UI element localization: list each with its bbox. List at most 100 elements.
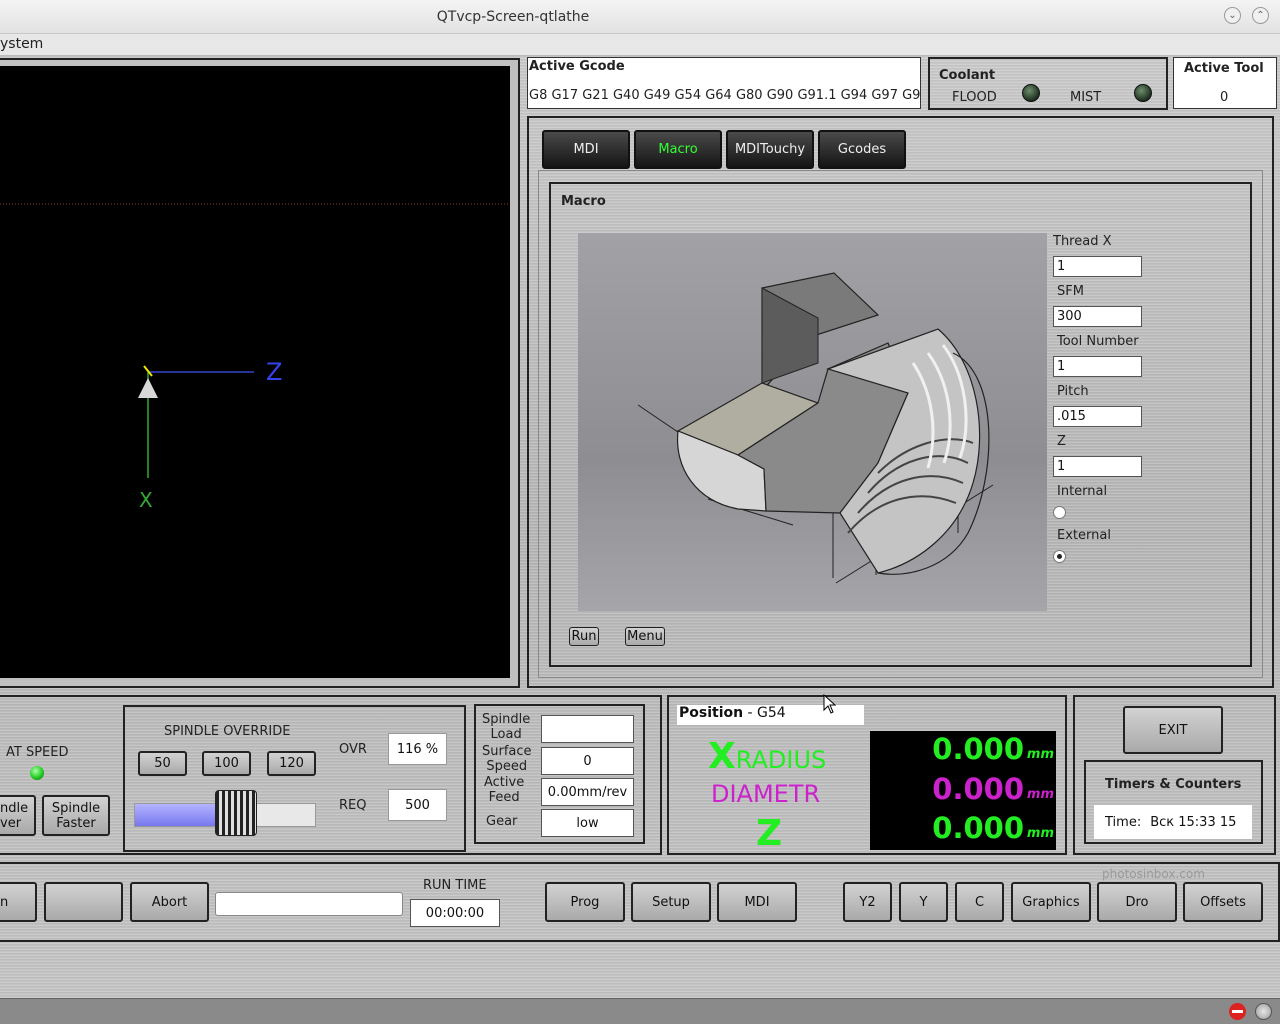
position-coord: - G54 — [743, 705, 786, 721]
override-120-button[interactable]: 120 — [267, 751, 316, 776]
spindle-override-panel: SPINDLE OVERRIDE — [123, 705, 466, 852]
preview-x-axis-label: X — [139, 488, 153, 512]
time-display: Time: Вск 15:33 15 — [1094, 805, 1252, 839]
thread-x-input[interactable]: 1 — [1053, 256, 1142, 277]
mdi-button[interactable]: MDI — [717, 882, 797, 922]
x-dro-unit: mm — [1026, 747, 1054, 762]
dro-display: 0.000 mm 0.000 mm 0.000 mm — [870, 731, 1056, 850]
y-button[interactable]: Y — [899, 882, 948, 922]
spindle-load-label: Spindle Load — [482, 712, 531, 742]
time-value: Вск 15:33 15 — [1150, 814, 1237, 830]
chevron-up-icon: ⌃ — [1256, 10, 1265, 21]
coolant-title: Coolant — [939, 68, 996, 83]
external-label: External — [1057, 528, 1111, 543]
title-bar: QTvcp-Screen-qtlathe ⌄ ⌃ — [0, 0, 1280, 34]
menu-button[interactable]: Menu — [625, 627, 665, 646]
exit-button[interactable]: EXIT — [1123, 706, 1223, 754]
spindle-override-title: SPINDLE OVERRIDE — [164, 724, 291, 739]
preview-canvas — [0, 203, 510, 478]
slider-fill — [135, 804, 226, 826]
at-speed-led — [30, 766, 44, 780]
z-axis-label: Z — [756, 813, 783, 854]
active-gcode-codes: G8 G17 G21 G40 G49 G54 G64 G80 G90 G91.1… — [529, 88, 921, 103]
thread-part-drawing — [637, 272, 994, 584]
y2-button[interactable]: Y2 — [843, 882, 892, 922]
external-radio[interactable] — [1053, 550, 1066, 563]
x-radius-label: XRADIUS — [708, 736, 826, 777]
setup-button[interactable]: Setup — [631, 882, 711, 922]
z-input[interactable]: 1 — [1053, 456, 1142, 477]
internal-label: Internal — [1057, 484, 1108, 499]
tool-number-label: Tool Number — [1057, 334, 1139, 349]
spindle-faster-button[interactable]: Spindle Faster — [42, 795, 110, 836]
watermark: photosinbox.com — [1102, 867, 1205, 881]
run-time-label: RUN TIME — [423, 878, 487, 893]
spindle-override-slider[interactable] — [134, 790, 316, 836]
spindle-slower-button[interactable]: ndle ver — [0, 795, 36, 836]
prog-button[interactable]: Prog — [545, 882, 625, 922]
dro-button[interactable]: Dro — [1097, 882, 1177, 922]
internal-radio[interactable] — [1053, 506, 1066, 519]
partial-bottom-button[interactable]: n — [0, 882, 37, 922]
z-label: Z — [1057, 434, 1066, 449]
mist-label: MIST — [1070, 90, 1102, 105]
thread-x-label: Thread X — [1053, 234, 1112, 249]
override-50-button[interactable]: 50 — [138, 751, 187, 776]
at-speed-label: AT SPEED — [6, 745, 69, 760]
d-dro-unit: mm — [1026, 787, 1054, 802]
stop-icon — [1229, 1003, 1246, 1020]
req-value: 500 — [388, 789, 447, 821]
tab-gcodes[interactable]: Gcodes — [818, 130, 906, 169]
preview-z-axis-label: Z — [266, 358, 283, 386]
override-100-button[interactable]: 100 — [202, 751, 251, 776]
tab-macro[interactable]: Macro — [634, 130, 722, 169]
offsets-button[interactable]: Offsets — [1183, 882, 1263, 922]
program-progress-bar — [215, 892, 403, 916]
run-button[interactable]: Run — [569, 627, 599, 646]
active-feed-label: Active Feed — [484, 775, 525, 805]
tool-number-input[interactable]: 1 — [1053, 356, 1142, 377]
tab-mdi[interactable]: MDI — [542, 130, 630, 169]
gcode-preview[interactable]: Z X — [0, 66, 510, 678]
x-dro-value: 0.000 — [932, 732, 1024, 766]
active-tool-value: 0 — [1220, 90, 1229, 105]
minimize-button[interactable]: ⌄ — [1224, 7, 1241, 24]
time-label: Time: — [1105, 814, 1142, 830]
gear-value: low — [541, 809, 634, 837]
menu-system[interactable]: ystem — [0, 36, 43, 52]
active-feed-value: 0.00mm/rev — [541, 778, 634, 806]
tab-mditouchy[interactable]: MDITouchy — [726, 130, 814, 169]
surface-speed-label: Surface Speed — [482, 744, 532, 774]
partial-bottom-label: n — [0, 894, 9, 910]
blank-button[interactable] — [44, 882, 123, 922]
active-gcode-panel: Active Gcode G8 G17 G21 G40 G49 G54 G64 … — [527, 57, 921, 109]
pitch-input[interactable]: .015 — [1053, 406, 1142, 427]
abort-button[interactable]: Abort — [130, 882, 209, 922]
thread-macro-image — [578, 233, 1047, 611]
position-title: Position — [679, 705, 744, 721]
x-letter: X — [708, 736, 736, 777]
gear-label: Gear — [486, 814, 518, 829]
slider-handle[interactable] — [215, 790, 257, 836]
diameter-label: DIAMETR — [711, 780, 821, 808]
active-tool-panel: Active Tool 0 — [1173, 57, 1277, 109]
surface-speed-value: 0 — [541, 747, 634, 775]
graphics-button[interactable]: Graphics — [1011, 882, 1091, 922]
macro-title: Macro — [561, 194, 606, 209]
estop-icon — [1255, 1003, 1272, 1020]
maximize-button[interactable]: ⌃ — [1252, 7, 1269, 24]
menu-bar: ystem — [0, 34, 1280, 56]
ovr-value: 116 % — [388, 733, 447, 765]
spindle-faster-label: Spindle Faster — [51, 800, 101, 831]
c-button[interactable]: C — [955, 882, 1004, 922]
z-dro-value: 0.000 — [932, 811, 1024, 845]
z-dro-unit: mm — [1026, 826, 1054, 841]
ovr-label: OVR — [339, 742, 367, 757]
chevron-down-icon: ⌄ — [1228, 10, 1237, 21]
active-gcode-title: Active Gcode — [529, 59, 625, 74]
active-tool-title: Active Tool — [1184, 61, 1264, 76]
mouse-cursor-icon — [823, 694, 837, 714]
radio-dot — [1057, 554, 1062, 559]
timers-title: Timers & Counters — [1105, 777, 1242, 792]
sfm-input[interactable]: 300 — [1053, 306, 1142, 327]
